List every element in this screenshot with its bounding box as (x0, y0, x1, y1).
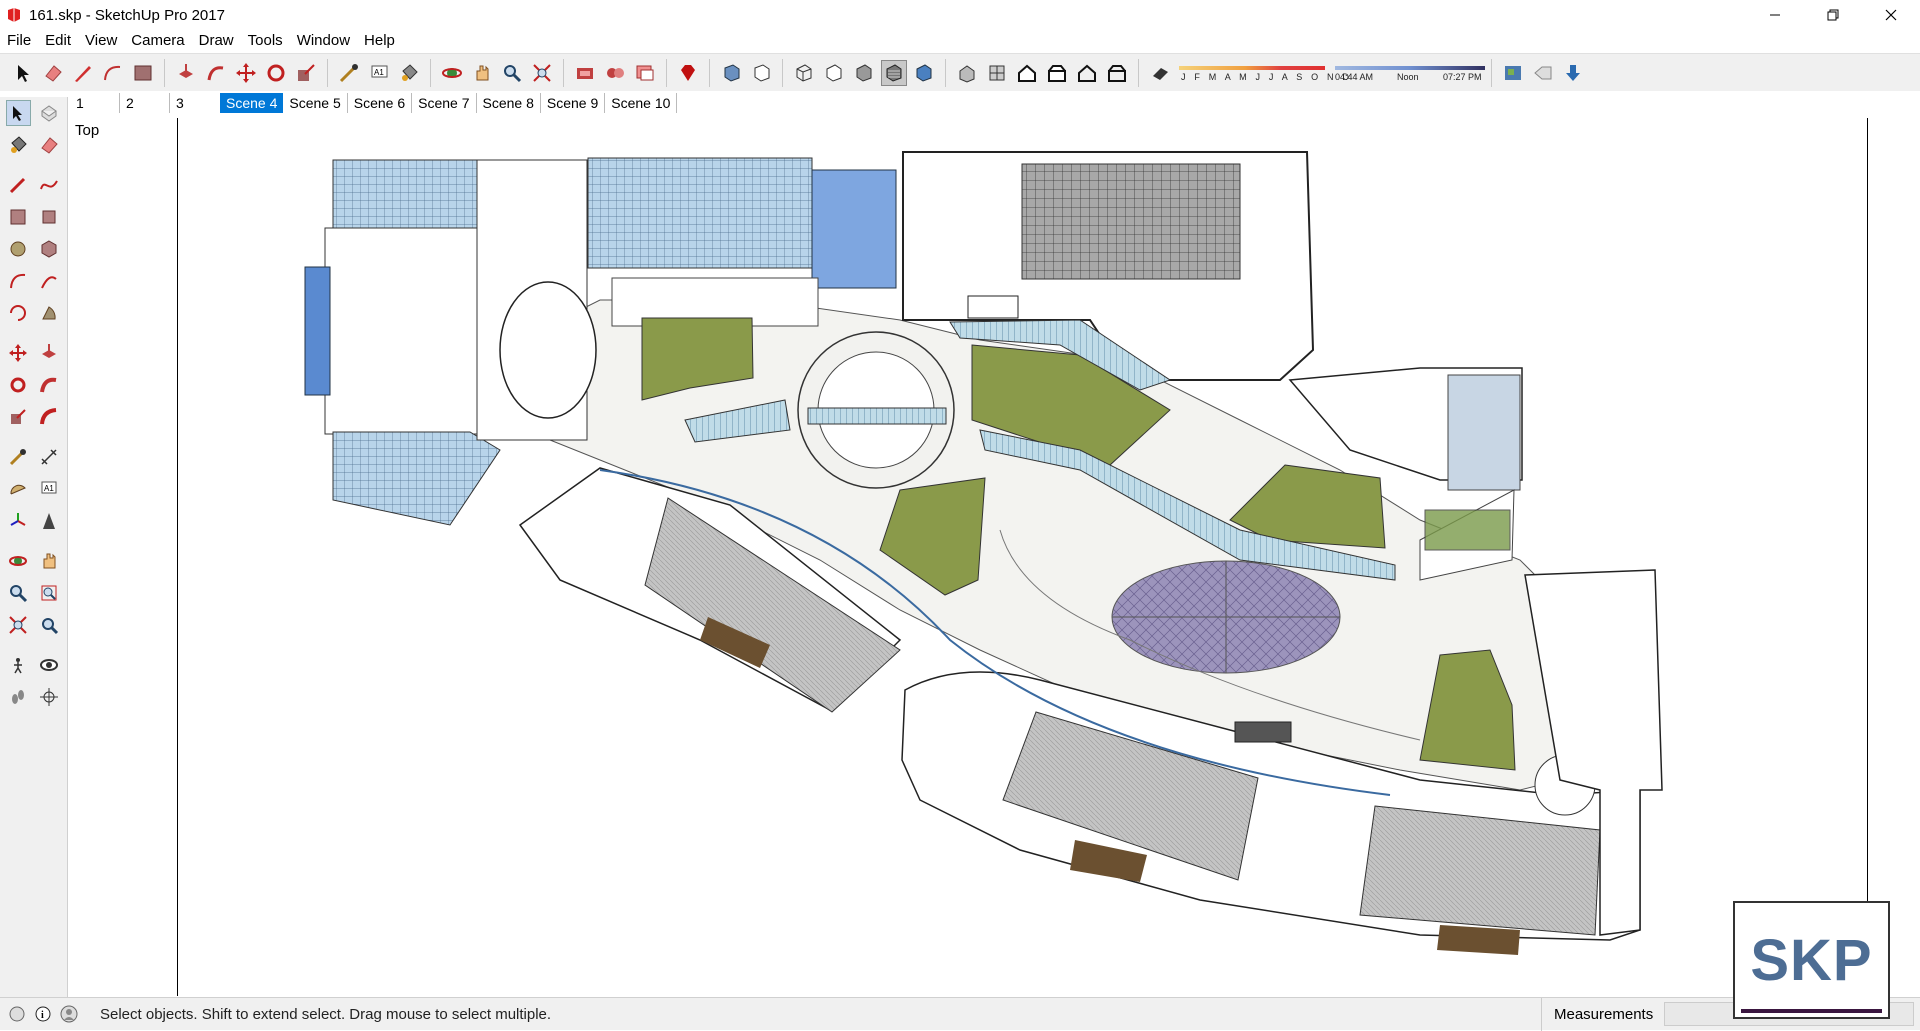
geo-location-icon[interactable] (8, 1005, 26, 1023)
status-message: Select objects. Shift to extend select. … (100, 1005, 552, 1023)
site-plan-model (304, 151, 1663, 955)
info-icon[interactable]: i (34, 1005, 52, 1023)
measurements-label: Measurements (1541, 998, 1653, 1031)
svg-text:i: i (41, 1010, 44, 1021)
skp-logo-text: SKP (1750, 927, 1873, 993)
user-icon[interactable] (60, 1005, 78, 1023)
status-bar: i Select objects. Shift to extend select… (0, 997, 1920, 1031)
skp-logo: SKP (1733, 901, 1890, 1019)
